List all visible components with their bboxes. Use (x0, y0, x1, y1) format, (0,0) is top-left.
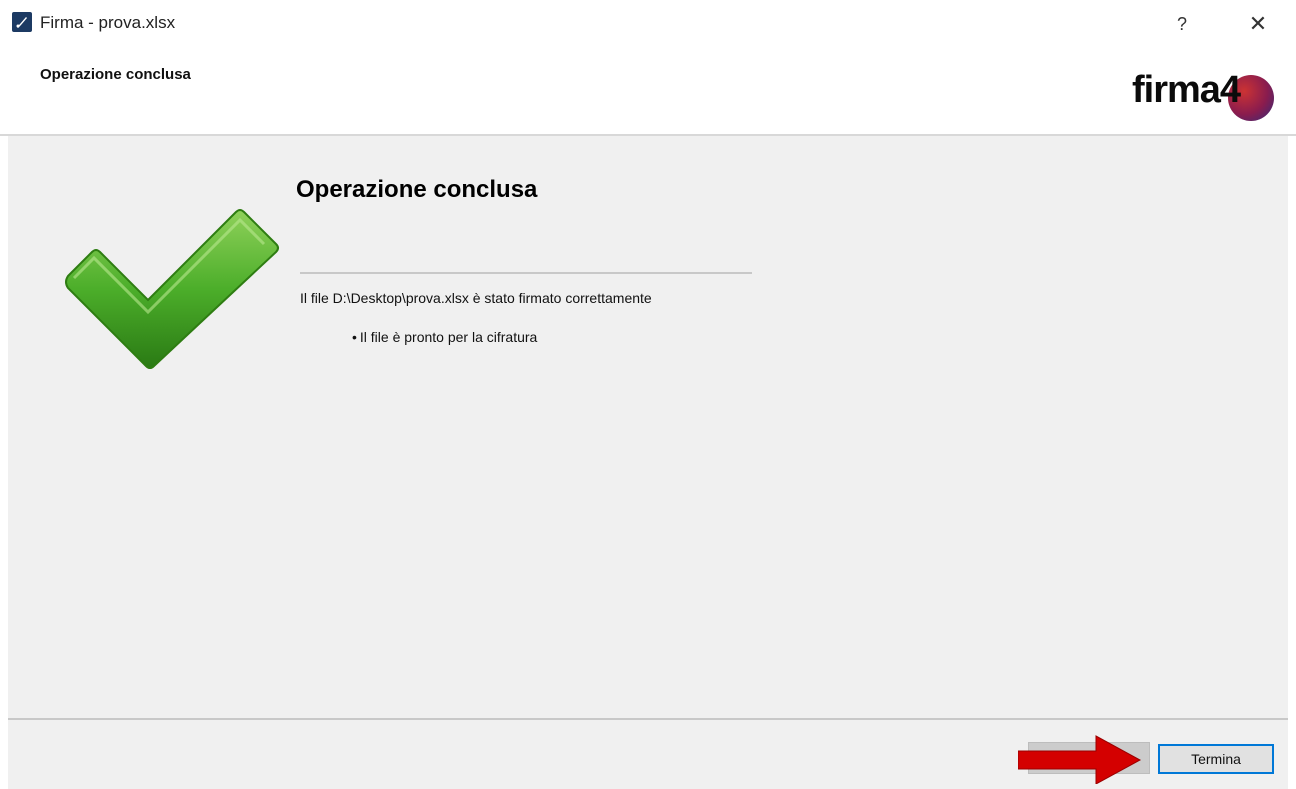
red-arrow-icon (1018, 735, 1142, 784)
content-panel: Operazione conclusa Il file D:\Desktop\p… (8, 136, 1288, 718)
success-message: Il file D:\Desktop\prova.xlsx è stato fi… (300, 290, 652, 306)
finish-button[interactable]: Termina (1158, 744, 1274, 774)
title-bar: Firma - prova.xlsx ? ✕ (0, 0, 1296, 52)
window-title: Firma - prova.xlsx (40, 13, 176, 32)
footer-bar: Termina (8, 718, 1288, 789)
header-title: Operazione conclusa (40, 66, 191, 83)
close-button[interactable]: ✕ (1238, 8, 1278, 40)
status-bullet-item: • Il file è pronto per la cifratura (352, 329, 537, 345)
content-title: Operazione conclusa (296, 176, 538, 203)
separator (300, 272, 752, 274)
firma4-logo: firma4 (1132, 69, 1282, 129)
wizard-header: Operazione conclusa firma4 (0, 52, 1296, 136)
bullet-text: Il file è pronto per la cifratura (359, 329, 538, 345)
help-button[interactable]: ? (1164, 8, 1200, 40)
success-checkmark-icon (65, 209, 279, 369)
logo-text: firma4 (1132, 69, 1241, 111)
app-icon (12, 12, 32, 32)
bullet-marker: • (352, 329, 357, 345)
